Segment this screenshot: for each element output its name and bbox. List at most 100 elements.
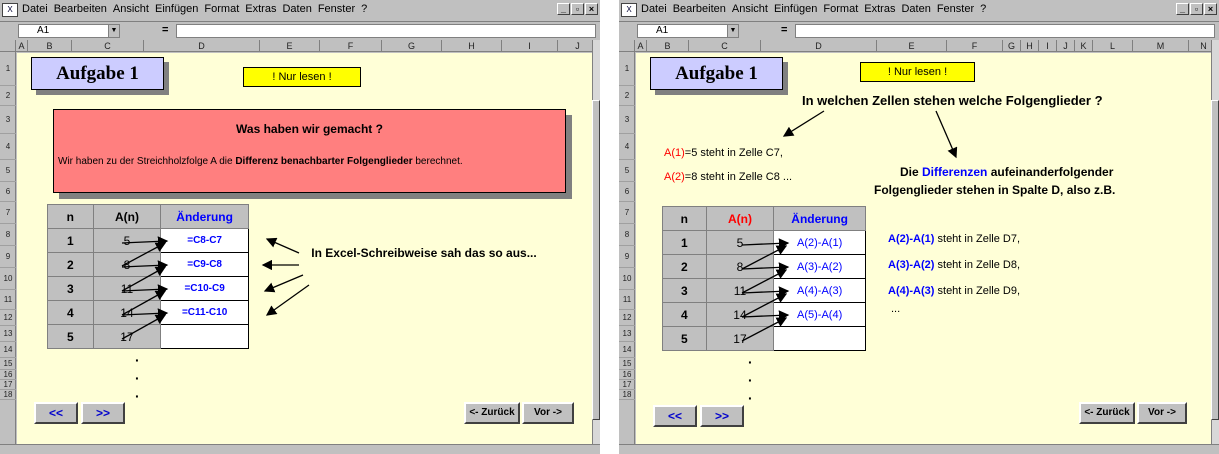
select-all-corner[interactable] (0, 40, 16, 52)
row-header[interactable]: 13 (0, 326, 16, 342)
menu-extras[interactable]: Extras (245, 3, 276, 15)
row-header[interactable]: 1 (619, 52, 635, 86)
cell-n[interactable]: 2 (662, 254, 707, 279)
cell-change[interactable]: A(4)-A(3) (773, 278, 866, 303)
formula-input[interactable] (176, 24, 596, 38)
cell-a[interactable]: 17 (92, 324, 162, 349)
menu-einfuegen[interactable]: Einfügen (155, 3, 198, 15)
row-header[interactable]: 10 (619, 268, 635, 290)
cell-a[interactable]: 8 (92, 252, 162, 277)
column-header[interactable]: B (647, 40, 689, 52)
back-button[interactable]: << (653, 405, 697, 427)
row-header[interactable]: 10 (0, 268, 16, 290)
column-header[interactable]: L (1093, 40, 1133, 52)
cell-n[interactable]: 3 (47, 276, 94, 301)
name-box[interactable]: A1 (637, 24, 739, 38)
column-header[interactable]: I (502, 40, 558, 52)
name-box[interactable]: A1 (18, 24, 120, 38)
row-header[interactable]: 2 (0, 86, 16, 106)
column-header[interactable]: E (877, 40, 947, 52)
row-header[interactable]: 6 (619, 182, 635, 202)
column-header[interactable]: I (1039, 40, 1057, 52)
row-header[interactable]: 4 (0, 134, 16, 160)
excel-app-icon[interactable]: X (2, 3, 18, 17)
row-header[interactable]: 2 (619, 86, 635, 106)
formula-equals[interactable]: = (162, 24, 168, 36)
menu-help[interactable]: ? (361, 3, 367, 15)
row-header[interactable]: 12 (619, 310, 635, 326)
menu-fenster[interactable]: Fenster (937, 3, 974, 15)
column-header[interactable]: D (761, 40, 877, 52)
cell-a[interactable]: 11 (705, 278, 775, 303)
row-header[interactable]: 9 (619, 246, 635, 268)
row-header[interactable]: 15 (0, 358, 16, 370)
row-header[interactable]: 12 (0, 310, 16, 326)
row-header[interactable]: 7 (0, 202, 16, 224)
row-header[interactable]: 18 (619, 390, 635, 400)
column-header[interactable]: J (1057, 40, 1075, 52)
cell-change[interactable]: =C9-C8 (160, 252, 249, 277)
row-header[interactable]: 8 (619, 224, 635, 246)
row-header[interactable]: 6 (0, 182, 16, 202)
row-header[interactable]: 14 (0, 342, 16, 358)
menu-daten[interactable]: Daten (282, 3, 311, 15)
zurueck-button[interactable]: <- Zurück (1079, 402, 1135, 424)
menu-format[interactable]: Format (823, 3, 858, 15)
column-header[interactable]: B (28, 40, 72, 52)
forward-button[interactable]: >> (81, 402, 125, 424)
row-header[interactable]: 3 (0, 106, 16, 134)
row-header[interactable]: 4 (619, 134, 635, 160)
worksheet[interactable]: Aufgabe 1 ! Nur lesen ! In welchen Zelle… (636, 53, 1211, 444)
forward-button[interactable]: >> (700, 405, 744, 427)
row-header[interactable]: 8 (0, 224, 16, 246)
cell-a[interactable]: 11 (92, 276, 162, 301)
menu-ansicht[interactable]: Ansicht (113, 3, 149, 15)
formula-input[interactable] (795, 24, 1215, 38)
menu-daten[interactable]: Daten (901, 3, 930, 15)
restore-icon[interactable]: ▫ (571, 3, 584, 15)
row-header[interactable]: 3 (619, 106, 635, 134)
column-header[interactable]: F (320, 40, 382, 52)
zurueck-button[interactable]: <- Zurück (464, 402, 520, 424)
row-header[interactable]: 11 (619, 290, 635, 310)
menu-extras[interactable]: Extras (864, 3, 895, 15)
cell-change[interactable]: =C8-C7 (160, 228, 249, 253)
cell-a[interactable]: 8 (705, 254, 775, 279)
vertical-scrollbar[interactable] (592, 40, 600, 444)
row-header[interactable]: 16 (619, 370, 635, 380)
chevron-down-icon[interactable]: ▼ (108, 24, 120, 38)
column-header[interactable]: H (442, 40, 502, 52)
menu-ansicht[interactable]: Ansicht (732, 3, 768, 15)
row-header[interactable]: 13 (619, 326, 635, 342)
horizontal-scrollbar[interactable] (0, 444, 600, 454)
row-header[interactable]: 14 (619, 342, 635, 358)
chevron-down-icon[interactable]: ▼ (727, 24, 739, 38)
column-header[interactable]: F (947, 40, 1003, 52)
close-icon[interactable]: × (585, 3, 598, 15)
column-header[interactable]: G (1003, 40, 1021, 52)
menu-bearbeiten[interactable]: Bearbeiten (673, 3, 726, 15)
select-all-corner[interactable] (619, 40, 635, 52)
cell-n[interactable]: 5 (662, 326, 707, 351)
column-header[interactable]: A (16, 40, 28, 52)
cell-a[interactable]: 5 (705, 230, 775, 255)
menu-datei[interactable]: Datei (641, 3, 667, 15)
vor-button[interactable]: Vor -> (1137, 402, 1187, 424)
row-header[interactable]: 18 (0, 390, 16, 400)
row-header[interactable]: 9 (0, 246, 16, 268)
column-header[interactable]: D (144, 40, 260, 52)
row-header[interactable]: 11 (0, 290, 16, 310)
cell-change[interactable]: A(3)-A(2) (773, 254, 866, 279)
cell-change[interactable]: A(5)-A(4) (773, 302, 866, 327)
row-header[interactable]: 5 (0, 160, 16, 182)
cell-change[interactable]: =C11-C10 (160, 300, 249, 325)
cell-change[interactable] (773, 326, 866, 351)
cell-a[interactable]: 5 (92, 228, 162, 253)
menu-fenster[interactable]: Fenster (318, 3, 355, 15)
menu-bearbeiten[interactable]: Bearbeiten (54, 3, 107, 15)
row-header[interactable]: 15 (619, 358, 635, 370)
cell-a[interactable]: 17 (705, 326, 775, 351)
row-header[interactable]: 17 (0, 380, 16, 390)
back-button[interactable]: << (34, 402, 78, 424)
cell-a[interactable]: 14 (92, 300, 162, 325)
